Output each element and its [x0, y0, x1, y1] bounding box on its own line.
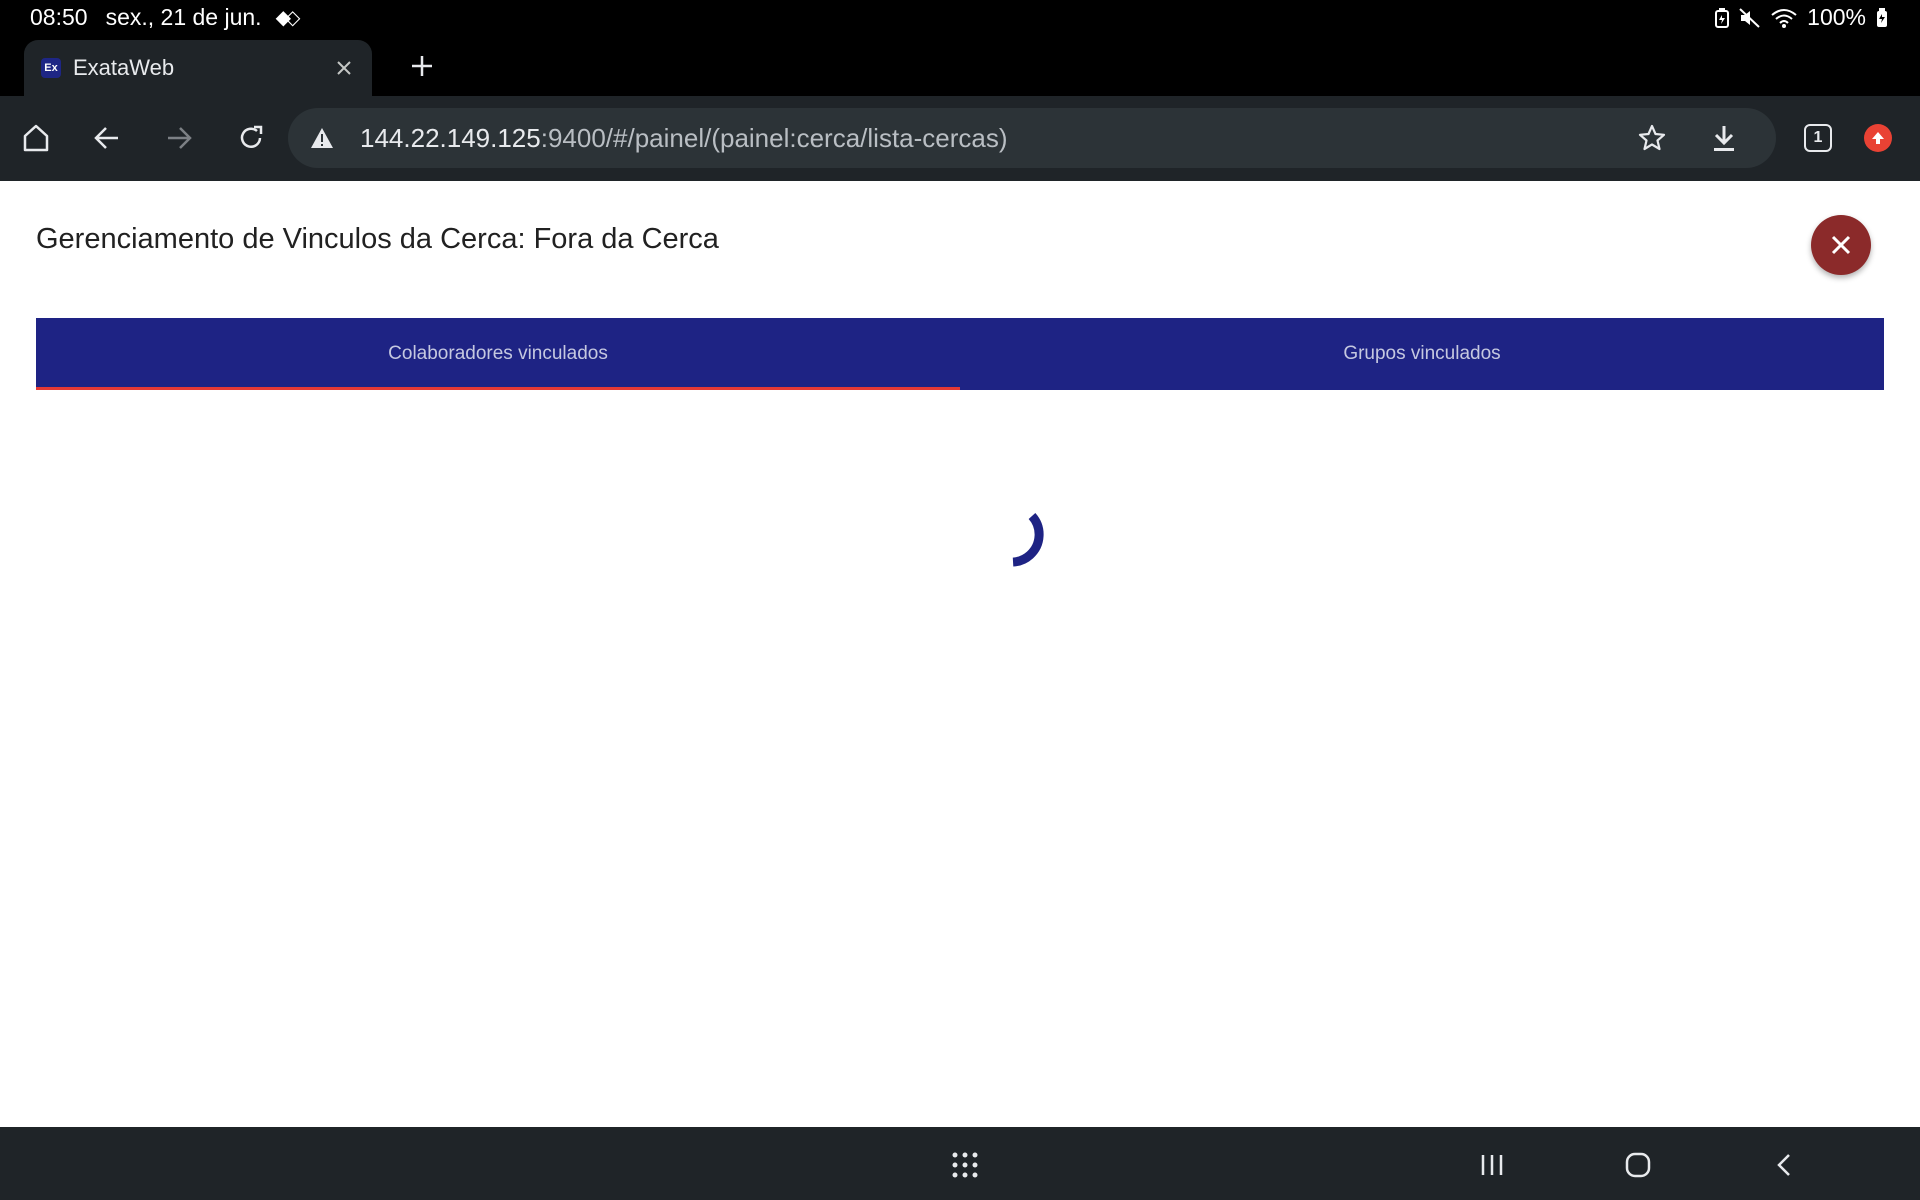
home-nav-button[interactable]	[1616, 1143, 1660, 1187]
dialog-tab-bar: Colaboradores vinculados Grupos vinculad…	[36, 318, 1884, 390]
url-path: :9400/#/painel/(painel:cerca/lista-cerca…	[540, 123, 1008, 153]
tab-switcher-button[interactable]: 1	[1804, 124, 1832, 152]
mute-icon	[1739, 7, 1761, 28]
status-date: sex., 21 de jun.	[105, 4, 262, 30]
new-tab-button[interactable]	[402, 46, 442, 86]
dialog-title: Gerenciamento de Vinculos da Cerca: Fora…	[36, 223, 719, 255]
home-button[interactable]	[14, 116, 58, 160]
battery-icon	[1876, 7, 1888, 28]
back-button[interactable]	[85, 116, 129, 160]
page-content: Gerenciamento de Vinculos da Cerca: Fora…	[0, 181, 1920, 1127]
forward-button[interactable]	[157, 116, 201, 160]
url-text: 144.22.149.125:9400/#/painel/(painel:cer…	[360, 123, 1008, 154]
tab-title: ExataWeb	[73, 55, 175, 80]
sync-icon: ◆◇	[275, 7, 301, 29]
reload-button[interactable]	[229, 116, 273, 160]
back-nav-button[interactable]	[1763, 1143, 1807, 1187]
browser-toolbar: 144.22.149.125:9400/#/painel/(painel:cer…	[0, 96, 1920, 181]
battery-level: 100%	[1807, 4, 1866, 30]
loading-spinner	[987, 512, 1044, 567]
download-icon[interactable]	[1704, 118, 1744, 158]
not-secure-warning-icon[interactable]	[308, 124, 336, 152]
browser-tab-strip: Ex ExataWeb	[0, 36, 1920, 96]
tab-colaboradores-vinculados[interactable]: Colaboradores vinculados	[36, 318, 960, 390]
status-bar: 08:50 sex., 21 de jun. ◆◇ 100%	[0, 0, 1920, 36]
address-bar[interactable]: 144.22.149.125:9400/#/painel/(painel:cer…	[288, 108, 1776, 168]
tab-close-icon[interactable]	[326, 50, 362, 86]
status-time: 08:50	[30, 4, 88, 30]
battery-saver-icon	[1715, 7, 1730, 28]
browser-tab[interactable]: Ex ExataWeb	[24, 40, 372, 96]
favicon-icon: Ex	[41, 58, 61, 78]
tab-grupos-vinculados[interactable]: Grupos vinculados	[960, 318, 1884, 390]
app-drawer-button[interactable]	[943, 1143, 987, 1187]
close-dialog-button[interactable]	[1811, 215, 1871, 275]
recent-apps-button[interactable]	[1470, 1143, 1514, 1187]
wifi-icon	[1771, 8, 1797, 28]
url-host: 144.22.149.125	[360, 123, 541, 153]
close-icon	[1831, 235, 1851, 255]
system-nav-bar	[0, 1127, 1920, 1200]
bookmark-star-icon[interactable]	[1632, 118, 1672, 158]
profile-update-icon[interactable]	[1864, 124, 1892, 152]
